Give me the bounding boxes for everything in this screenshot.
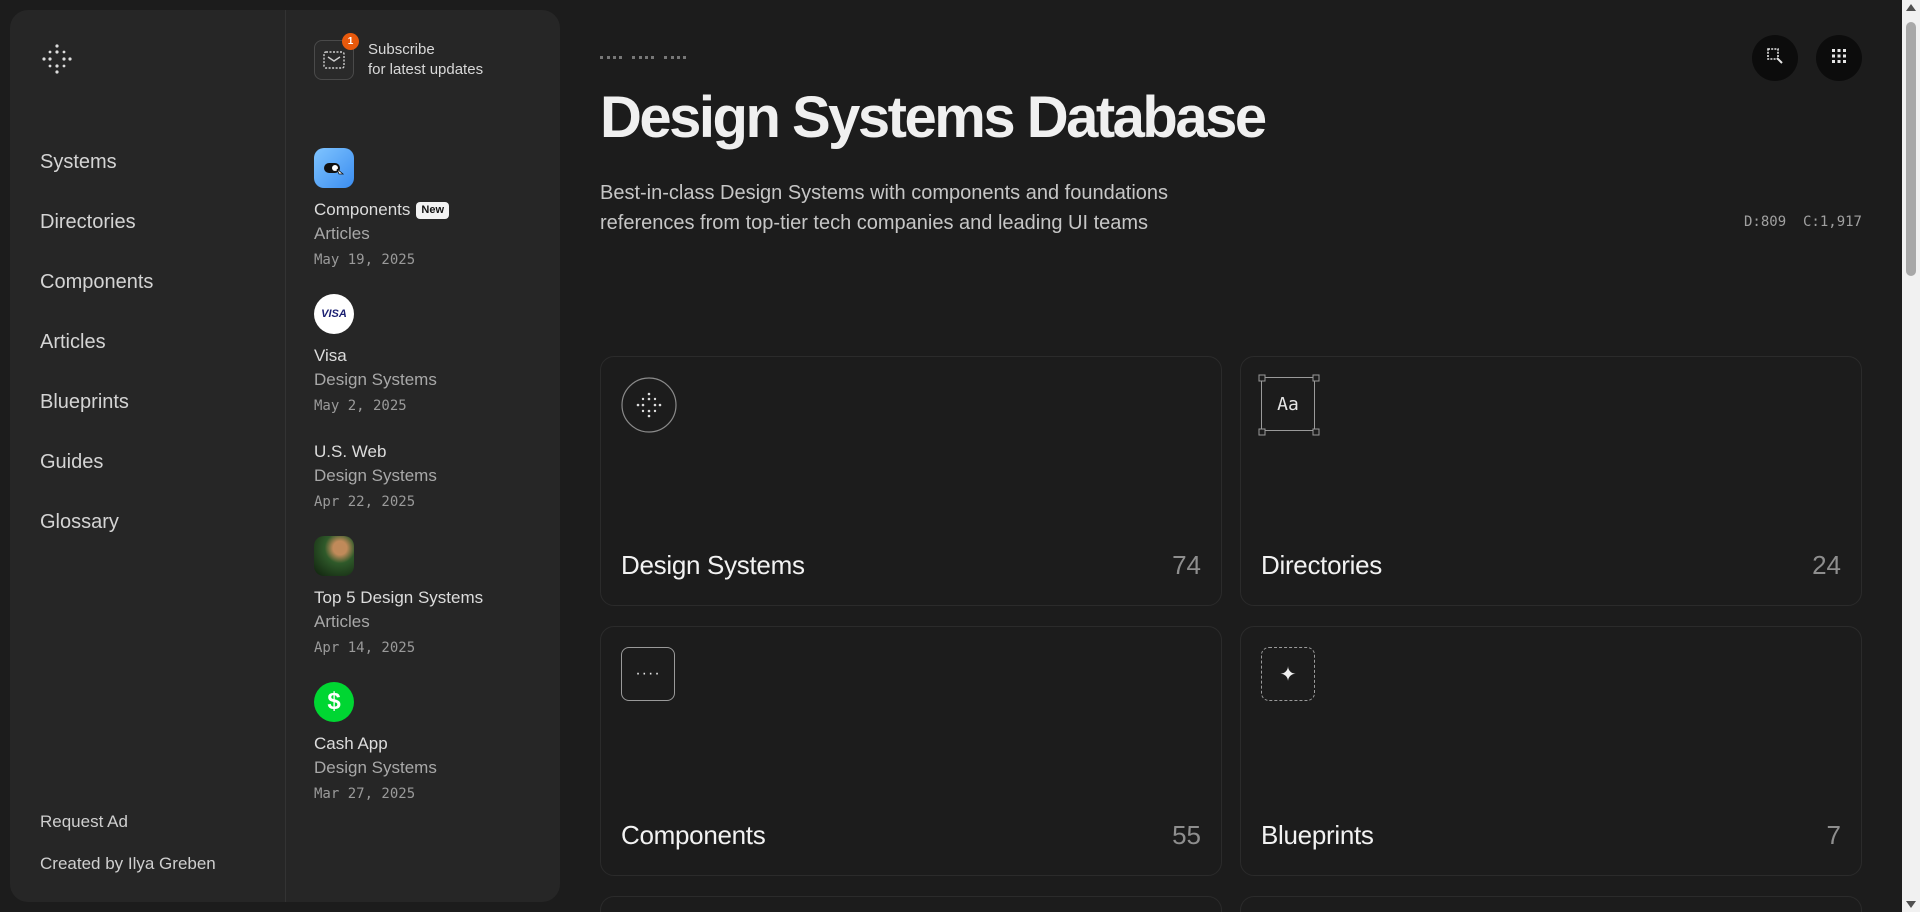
feed-item-category: Articles	[314, 612, 370, 631]
sparkle-dashed-icon: ✦	[1261, 647, 1315, 701]
feed-item-title: U.S. Web	[314, 442, 387, 461]
request-ad-link[interactable]: Request Ad	[40, 812, 216, 832]
feed-title-text: Components	[314, 200, 411, 219]
card-count: 7	[1826, 820, 1841, 850]
subtitle-line: Best-in-class Design Systems with compon…	[600, 182, 1169, 204]
subscribe-title: Subscribe	[368, 41, 435, 58]
scroll-up-icon[interactable]	[1906, 4, 1916, 11]
card-components[interactable]: ···· Components 55	[600, 626, 1222, 876]
feed-item-date: Apr 14, 2025	[314, 640, 416, 656]
nav-item-systems[interactable]: Systems	[40, 150, 153, 210]
feed-item-title: Visa	[314, 346, 347, 365]
updates-feed: Components New Articles May 19, 2025 VIS…	[314, 148, 554, 828]
card-label: Directories	[1261, 550, 1382, 580]
feed-item-date: May 19, 2025	[314, 252, 416, 268]
stats-counter: D:809 C:1,917	[1743, 214, 1862, 230]
created-by-link[interactable]: Created by Ilya Greben	[40, 854, 216, 874]
grid-menu-icon	[1831, 48, 1847, 69]
feed-item-date: Mar 27, 2025	[314, 786, 416, 802]
feed-item-title: Components New	[314, 198, 554, 222]
card-design-systems[interactable]: Design Systems 74	[600, 356, 1222, 606]
page-subtitle: Best-in-class Design Systems with compon…	[600, 178, 1220, 238]
components-thumb-icon	[314, 148, 354, 188]
card-directories[interactable]: Aa Directories 24	[1240, 356, 1862, 606]
nav-item-guides[interactable]: Guides	[40, 450, 153, 510]
updates-column: 1 Subscribe for latest updates Component…	[286, 10, 560, 902]
card-blueprints[interactable]: ✦ Blueprints 7	[1240, 626, 1862, 876]
feed-item-date: May 2, 2025	[314, 398, 407, 414]
side-panel: Systems Directories Components Articles …	[10, 10, 560, 902]
feed-item-date: Apr 22, 2025	[314, 494, 416, 510]
nav-item-articles[interactable]: Articles	[40, 330, 153, 390]
page-title: Design Systems Database	[600, 85, 1267, 150]
site-logo-icon[interactable]	[40, 42, 74, 76]
breadcrumb-dot	[632, 56, 654, 59]
nav-item-directories[interactable]: Directories	[40, 210, 153, 270]
feed-item[interactable]: Top 5 Design Systems Articles Apr 14, 20…	[314, 536, 554, 656]
scroll-thumb[interactable]	[1906, 22, 1916, 276]
visa-logo-icon: VISA	[314, 294, 354, 334]
search-button[interactable]	[1752, 35, 1798, 81]
page-scrollbar[interactable]	[1902, 0, 1920, 912]
search-icon	[1766, 47, 1784, 70]
subscribe-button[interactable]: 1 Subscribe for latest updates	[314, 33, 483, 80]
subscribe-subtitle: for latest updates	[368, 61, 484, 78]
nav-list: Systems Directories Components Articles …	[40, 150, 153, 570]
scroll-down-icon[interactable]	[1906, 901, 1916, 908]
breadcrumb-dot	[664, 56, 686, 59]
subscribe-text: Subscribe for latest updates	[368, 40, 483, 80]
card-label: Design Systems	[621, 550, 805, 580]
feed-item[interactable]: VISA Visa Design Systems May 2, 2025	[314, 294, 554, 414]
card-partial[interactable]	[1240, 896, 1862, 912]
feed-item-category: Articles	[314, 224, 370, 243]
card-label: Blueprints	[1261, 820, 1374, 850]
breadcrumb-dot	[600, 56, 622, 59]
new-badge: New	[416, 201, 450, 219]
card-partial[interactable]	[600, 896, 1222, 912]
cash-app-logo-text: $	[327, 688, 341, 715]
feed-item[interactable]: Components New Articles May 19, 2025	[314, 148, 554, 268]
feed-item[interactable]: U.S. Web Design Systems Apr 22, 2025	[314, 440, 554, 510]
card-label: Components	[621, 820, 766, 850]
newsletter-icon: 1	[314, 33, 359, 80]
sparkle-glyph: ✦	[1279, 663, 1297, 686]
card-count: 55	[1172, 820, 1201, 850]
visa-logo-text: VISA	[321, 308, 347, 320]
feed-item-title: Cash App	[314, 734, 388, 753]
feed-item-category: Design Systems	[314, 758, 437, 777]
subtitle-line: references from top-tier tech companies …	[600, 212, 1149, 234]
nav-footer: Request Ad Created by Ilya Greben	[40, 790, 216, 874]
app-root: Systems Directories Components Articles …	[0, 0, 1920, 912]
breadcrumb-dots	[600, 56, 686, 59]
cash-app-logo-icon: $	[314, 682, 354, 722]
feed-item-category: Design Systems	[314, 370, 437, 389]
dots-box-icon: ····	[621, 647, 675, 701]
menu-grid-button[interactable]	[1816, 35, 1862, 81]
nav-item-glossary[interactable]: Glossary	[40, 510, 153, 570]
nav-item-components[interactable]: Components	[40, 270, 153, 330]
dots-glyph: ····	[635, 665, 661, 682]
sparkle-circle-icon	[621, 377, 677, 433]
feed-item-title: Top 5 Design Systems	[314, 588, 484, 607]
primary-nav: Systems Directories Components Articles …	[10, 10, 286, 902]
card-count: 74	[1172, 550, 1201, 580]
nav-item-blueprints[interactable]: Blueprints	[40, 390, 153, 450]
notification-badge: 1	[342, 33, 359, 50]
typography-frame-icon: Aa	[1258, 374, 1320, 436]
card-count: 24	[1812, 550, 1841, 580]
main-content: Design Systems Database Best-in-class De…	[600, 0, 1862, 912]
feed-item[interactable]: $ Cash App Design Systems Mar 27, 2025	[314, 682, 554, 802]
feed-item-category: Design Systems	[314, 466, 437, 485]
article-photo-thumb-icon	[314, 536, 354, 576]
